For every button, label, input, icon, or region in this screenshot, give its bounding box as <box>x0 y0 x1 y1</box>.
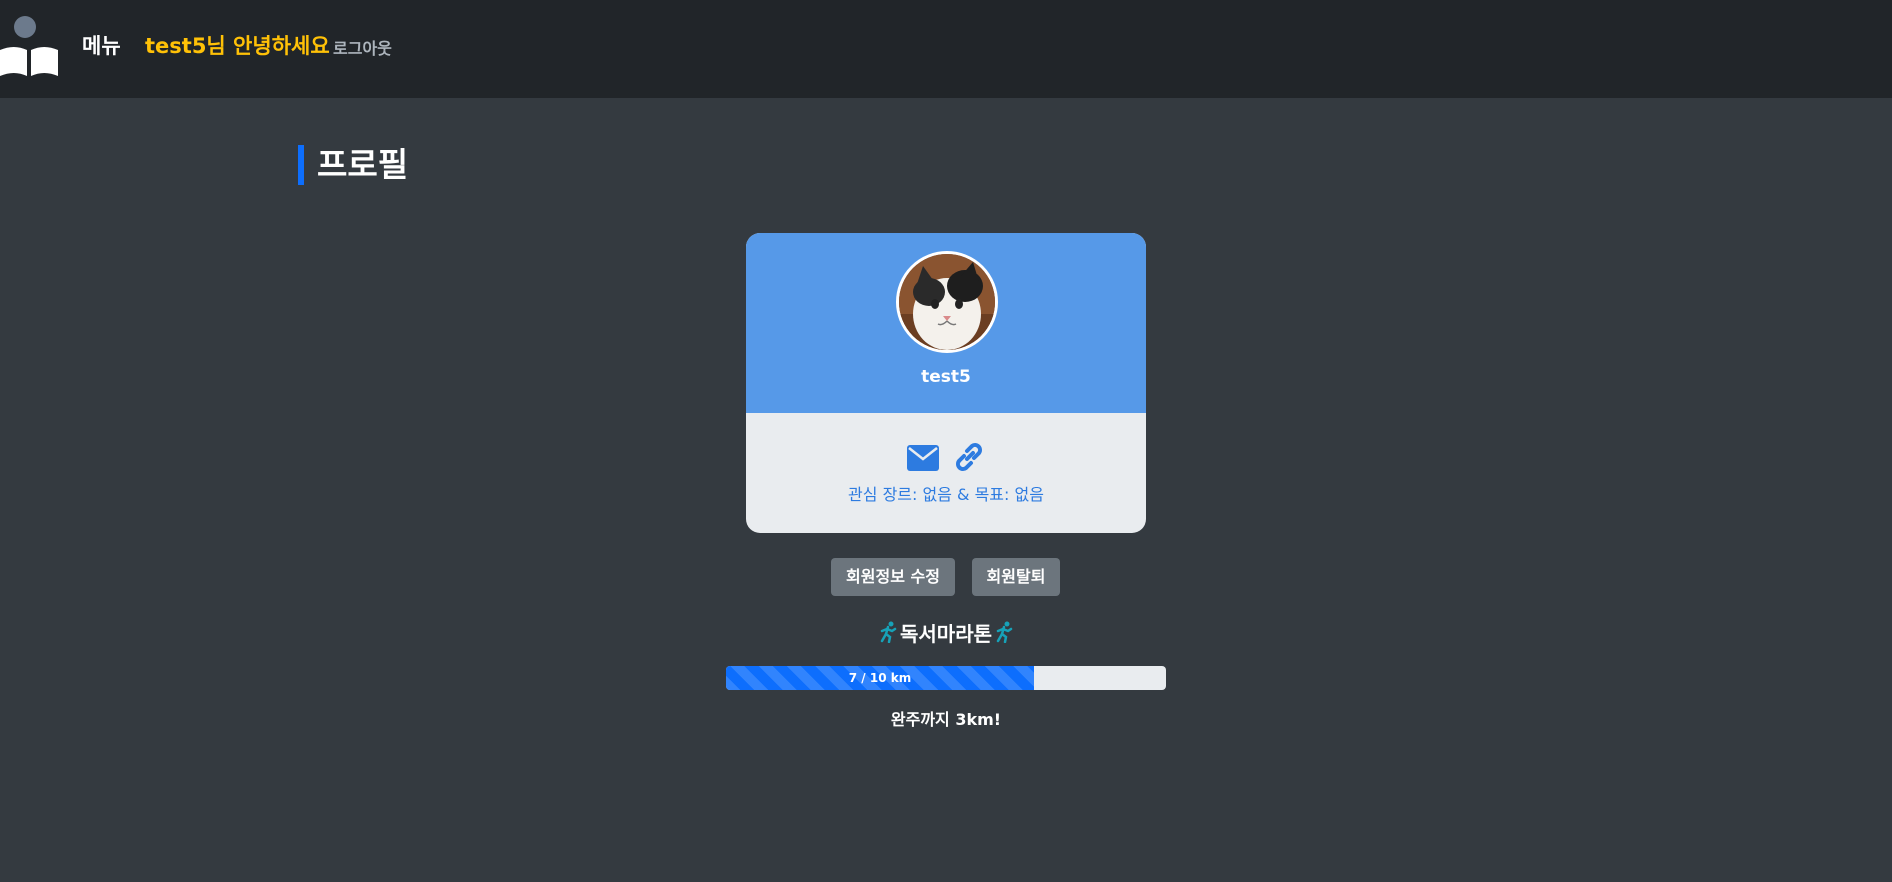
cat-avatar-image <box>899 254 995 350</box>
logout-link[interactable]: 로그아웃 <box>333 35 392 59</box>
withdraw-button[interactable]: 회원탈퇴 <box>972 558 1060 596</box>
interest-goal-text: 관심 장르: 없음 & 목표: 없음 <box>848 485 1044 504</box>
edit-profile-button[interactable]: 회원정보 수정 <box>831 558 955 596</box>
mail-icon[interactable] <box>907 445 939 471</box>
remaining-distance-text: 완주까지 3km! <box>890 710 1002 729</box>
book-reader-logo-icon[interactable] <box>0 14 58 76</box>
link-icon[interactable] <box>953 441 985 473</box>
runner-icon <box>880 621 897 643</box>
page-title: 프로필 <box>298 145 408 185</box>
navbar: 메뉴 test5님 안녕하세요 로그아웃 <box>0 0 1892 98</box>
marathon-title: 독서마라톤 <box>900 621 992 646</box>
marathon-heading: 독서마라톤 <box>846 618 1046 646</box>
contact-icons <box>907 441 987 475</box>
marathon-progress: 7 / 10 km <box>726 666 1166 690</box>
runner-icon <box>996 621 1013 643</box>
profile-card: test5 관심 장르: 없음 & 목표: 없음 <box>746 233 1146 533</box>
avatar <box>896 251 998 353</box>
greeting-text: test5님 안녕하세요 <box>145 34 330 58</box>
profile-username: test5 <box>921 367 971 387</box>
menu-button[interactable]: 메뉴 <box>82 30 121 60</box>
marathon-progress-bar: 7 / 10 km <box>726 666 1034 690</box>
profile-card-header: test5 <box>746 233 1146 413</box>
